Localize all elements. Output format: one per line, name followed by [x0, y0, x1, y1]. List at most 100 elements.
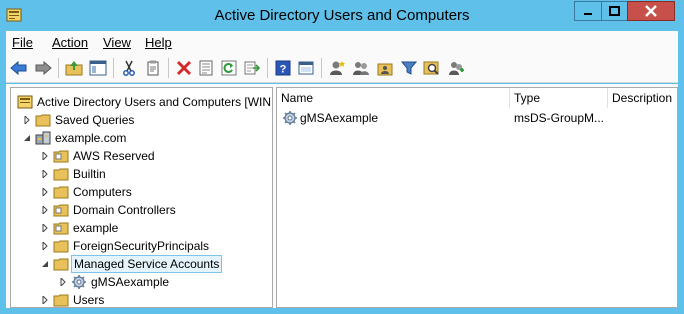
tree-root[interactable]: Active Directory Users and Computers [WI… — [11, 93, 272, 111]
gear-icon — [72, 275, 86, 289]
tree-label: example.com — [55, 131, 127, 145]
filter-button[interactable] — [399, 58, 419, 78]
tree-label: example — [73, 221, 119, 235]
copy-icon — [147, 60, 159, 76]
tree-item-example[interactable]: example — [11, 219, 272, 237]
add-to-group-icon — [449, 62, 464, 75]
tree-label: Builtin — [73, 167, 106, 181]
expand-arrow-icon[interactable] — [41, 206, 49, 214]
tree-label: Computers — [73, 185, 132, 199]
collapse-arrow-icon[interactable] — [23, 134, 31, 142]
ou-folder-icon — [53, 204, 69, 217]
tree-item-managed-service-accounts[interactable]: Managed Service Accounts — [11, 255, 272, 273]
tree-label: Domain Controllers — [73, 203, 176, 217]
tree-label: ForeignSecurityPrincipals — [73, 239, 210, 253]
tree-item-domain[interactable]: example.com — [11, 129, 272, 147]
back-arrow-icon — [10, 60, 27, 76]
menu-action[interactable]: Action — [52, 35, 88, 50]
expand-arrow-icon[interactable] — [41, 188, 49, 196]
ou-folder-icon — [53, 222, 69, 235]
add-to-group-button[interactable] — [446, 58, 466, 78]
tree-item-foreign-security-principals[interactable]: ForeignSecurityPrincipals — [11, 237, 272, 255]
list-cell-type: msDS-GroupM... — [514, 111, 605, 125]
tree-label: Saved Queries — [55, 113, 135, 127]
tree-item-saved-queries[interactable]: Saved Queries — [11, 111, 272, 129]
back-button[interactable] — [9, 58, 29, 78]
refresh-icon — [221, 60, 237, 76]
tree-label: Users — [73, 293, 105, 307]
show-console-tree-icon — [298, 61, 314, 75]
folder-icon — [53, 294, 69, 307]
new-ou-button[interactable] — [375, 58, 395, 78]
title-bar[interactable]: Active Directory Users and Computers — [0, 0, 684, 31]
folder-icon — [53, 186, 69, 199]
expand-arrow-icon[interactable] — [41, 242, 49, 250]
content-area: Active Directory Users and Computers [WI… — [6, 84, 678, 308]
tree-label: AWS Reserved — [73, 149, 155, 163]
copy-button[interactable] — [143, 58, 163, 78]
expand-arrow-icon[interactable] — [41, 170, 49, 178]
new-ou-icon — [377, 63, 393, 76]
find-icon — [423, 61, 439, 75]
show-hide-tree-button[interactable] — [88, 58, 108, 78]
tree-item-aws-reserved[interactable]: AWS Reserved — [11, 147, 272, 165]
collapse-arrow-icon[interactable] — [41, 260, 49, 268]
folder-icon — [35, 114, 51, 127]
tree-item-builtin[interactable]: Builtin — [11, 165, 272, 183]
toolbar-separator — [168, 58, 169, 78]
menu-help[interactable]: Help — [145, 35, 172, 50]
aduc-root-icon — [17, 95, 33, 109]
delete-icon — [176, 60, 192, 76]
cut-button[interactable] — [119, 58, 139, 78]
maximize-icon — [609, 6, 620, 16]
filter-icon — [401, 61, 417, 75]
tree-item-gmsa[interactable]: gMSAexample — [11, 273, 272, 291]
expand-arrow-icon[interactable] — [41, 224, 49, 232]
up-one-level-button[interactable] — [64, 58, 84, 78]
delete-button[interactable] — [174, 58, 194, 78]
column-header-name[interactable]: Name — [277, 88, 510, 108]
toolbar: ? — [6, 53, 678, 83]
tree-label: gMSAexample — [91, 275, 170, 289]
forward-button[interactable] — [33, 58, 53, 78]
up-folder-icon — [65, 61, 83, 76]
menu-file[interactable]: File — [12, 35, 33, 50]
tree-item-users[interactable]: Users — [11, 291, 272, 307]
column-header-description[interactable]: Description — [608, 88, 677, 108]
toolbar-separator — [58, 58, 59, 78]
cut-icon — [123, 60, 135, 76]
details-list[interactable]: Name Type Description gMSAexample msDS-G… — [276, 87, 678, 308]
tree-item-computers[interactable]: Computers — [11, 183, 272, 201]
toolbar-separator — [113, 58, 114, 78]
refresh-button[interactable] — [219, 58, 239, 78]
forward-arrow-icon — [35, 60, 52, 76]
folder-icon — [53, 240, 69, 253]
tree-label: Active Directory Users and Computers [WI… — [37, 95, 272, 109]
new-group-button[interactable] — [351, 58, 371, 78]
expand-arrow-icon[interactable] — [23, 116, 31, 124]
tree-item-domain-controllers[interactable]: Domain Controllers — [11, 201, 272, 219]
find-button[interactable] — [422, 58, 442, 78]
expand-arrow-icon[interactable] — [41, 296, 49, 304]
list-item[interactable]: gMSAexample msDS-GroupM... — [277, 109, 677, 127]
menu-view[interactable]: View — [103, 35, 131, 50]
console-tree[interactable]: Active Directory Users and Computers [WI… — [10, 87, 273, 308]
minimize-button[interactable] — [574, 1, 602, 21]
help-button[interactable]: ? — [273, 58, 293, 78]
close-button[interactable] — [627, 1, 675, 21]
expand-arrow-icon[interactable] — [41, 152, 49, 160]
export-list-button[interactable] — [242, 58, 262, 78]
properties-button[interactable] — [196, 58, 216, 78]
tree-label: Managed Service Accounts — [71, 255, 223, 273]
show-console-tree-button[interactable] — [296, 58, 316, 78]
expand-arrow-icon[interactable] — [59, 278, 67, 286]
maximize-button[interactable] — [601, 1, 628, 21]
properties-icon — [199, 60, 213, 76]
domain-icon — [35, 131, 51, 145]
new-user-button[interactable] — [327, 58, 347, 78]
new-user-icon — [330, 61, 345, 75]
column-header-type[interactable]: Type — [510, 88, 608, 108]
menu-bar: File Action View Help — [6, 31, 678, 53]
help-icon: ? — [275, 60, 291, 76]
gear-icon — [283, 111, 297, 125]
